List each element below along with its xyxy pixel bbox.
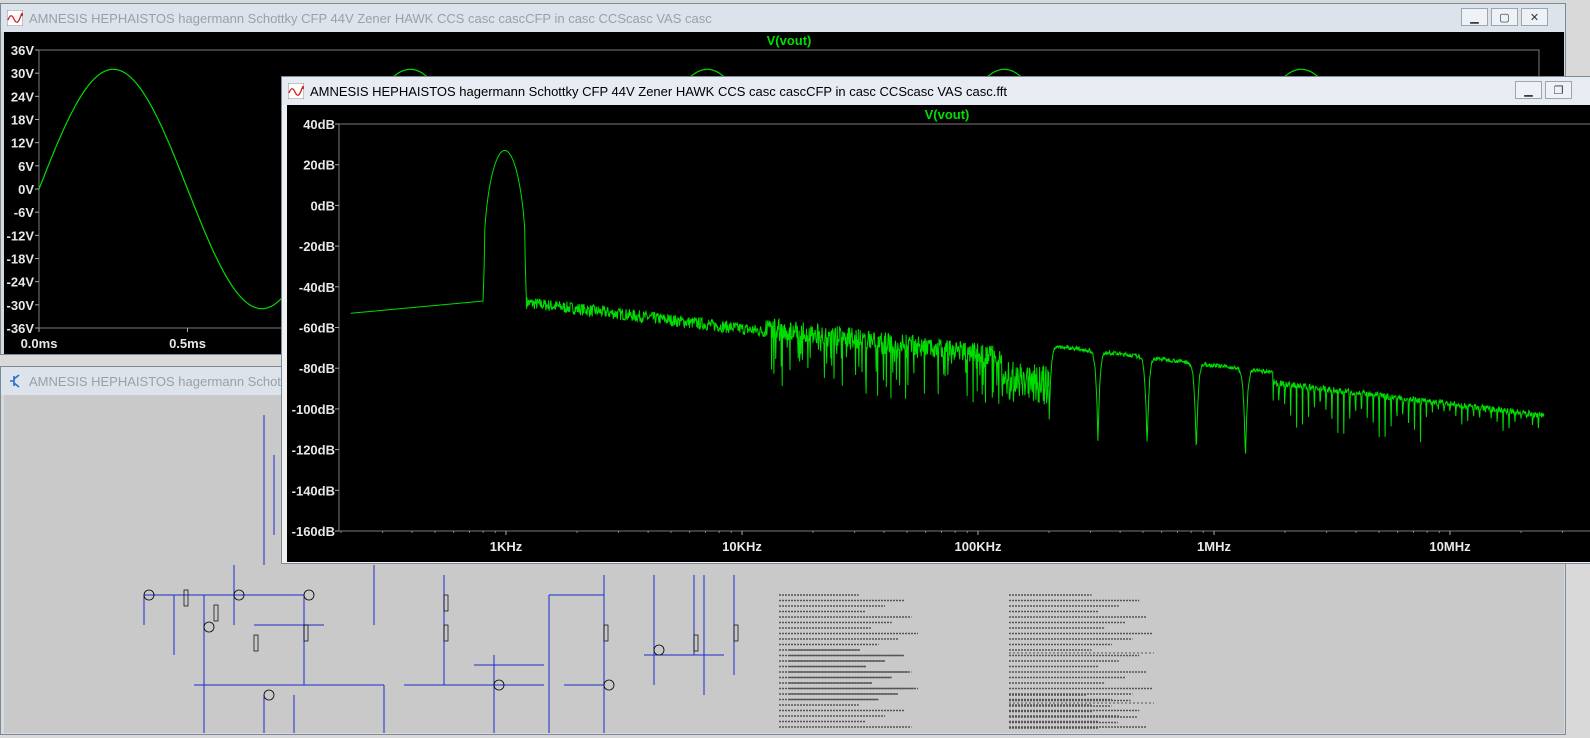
schematic-resistor <box>733 624 739 642</box>
waveform-app-icon <box>288 83 304 99</box>
maximize-button[interactable]: ▢ <box>1491 8 1518 26</box>
y-tick-label: 40dB <box>303 117 335 132</box>
schematic-component <box>263 689 275 701</box>
x-tick-label: 1MHz <box>1197 539 1231 554</box>
minimize-icon: ▁ <box>1524 84 1533 97</box>
restore-icon: ❐ <box>1553 84 1564 97</box>
time-plot-title: AMNESIS HEPHAISTOS hagermann Schottky CF… <box>29 10 712 26</box>
schematic-component <box>303 589 315 601</box>
y-tick-label: -80dB <box>299 361 335 376</box>
fft-plot-window: AMNESIS HEPHAISTOS hagermann Schottky CF… <box>281 76 1590 564</box>
y-tick-label: 6V <box>18 159 34 174</box>
time-plot-titlebar[interactable]: AMNESIS HEPHAISTOS hagermann Schottky CF… <box>1 4 1565 32</box>
schematic-resistor <box>213 604 219 622</box>
y-tick-label: 0V <box>18 182 34 197</box>
restore-button[interactable]: ❐ <box>1545 81 1572 99</box>
fft-plot-titlebar[interactable]: AMNESIS HEPHAISTOS hagermann Schottky CF… <box>282 77 1590 105</box>
y-tick-label: -120dB <box>292 443 335 458</box>
y-tick-label: -36V <box>7 321 35 336</box>
y-tick-label: 20dB <box>303 158 335 173</box>
fft-plot-area[interactable]: V(vout) 40dB 20dB 0dB -20dB -40dB -60dB -80dB -1… <box>287 105 1590 562</box>
y-tick-label: -12V <box>7 228 35 243</box>
schematic-component <box>203 621 215 633</box>
y-tick-label: -40dB <box>299 280 335 295</box>
y-tick-label: -60dB <box>299 321 335 336</box>
schematic-resistor <box>443 594 449 612</box>
waveform-app-icon <box>7 10 23 26</box>
schematic-resistor <box>443 624 449 642</box>
schematic-resistor <box>603 624 609 642</box>
schematic-component <box>653 644 665 656</box>
y-tick-label: 0dB <box>310 198 335 213</box>
schematic-resistor <box>303 624 309 642</box>
x-tick-label: 0.5ms <box>169 336 206 351</box>
fft-plot-title: AMNESIS HEPHAISTOS hagermann Schottky CF… <box>310 83 1007 99</box>
schematic-component <box>603 679 615 691</box>
y-tick-label: -160dB <box>292 524 335 539</box>
x-tick-label: 10MHz <box>1429 539 1471 554</box>
y-tick-label: -18V <box>7 252 35 267</box>
schematic-resistor <box>693 634 699 652</box>
close-button[interactable]: ✕ <box>1521 8 1548 26</box>
y-tick-label: 36V <box>11 43 34 58</box>
y-tick-label: -100dB <box>292 402 335 417</box>
y-tick-label: 30V <box>11 66 34 81</box>
y-tick-label: -140dB <box>292 483 335 498</box>
x-tick-label: 10KHz <box>722 539 762 554</box>
y-tick-label: -20dB <box>299 239 335 254</box>
minimize-icon: ▁ <box>1470 11 1479 24</box>
y-tick-label: -24V <box>7 275 35 290</box>
y-tick-label: -30V <box>7 298 35 313</box>
y-tick-label: 18V <box>11 113 34 128</box>
minimize-button[interactable]: ▁ <box>1461 8 1488 26</box>
y-tick-label: 12V <box>11 136 34 151</box>
x-tick-label: 0.0ms <box>21 336 58 351</box>
plot-frame <box>338 123 1590 532</box>
series-line-vout <box>350 150 1545 454</box>
x-tick-label: 100KHz <box>955 539 1002 554</box>
y-tick-label: -6V <box>14 205 35 220</box>
minimize-button[interactable]: ▁ <box>1515 81 1542 99</box>
close-icon: ✕ <box>1529 11 1540 24</box>
x-tick-label: 1KHz <box>490 539 523 554</box>
y-tick-label: 24V <box>11 89 34 104</box>
maximize-icon: ▢ <box>1499 11 1510 24</box>
chart-title: V(vout) <box>767 33 812 48</box>
transistor-app-icon <box>10 374 20 388</box>
chart-title: V(vout) <box>925 107 970 122</box>
schematic-resistor <box>253 634 259 652</box>
schematic-resistor <box>183 589 189 607</box>
